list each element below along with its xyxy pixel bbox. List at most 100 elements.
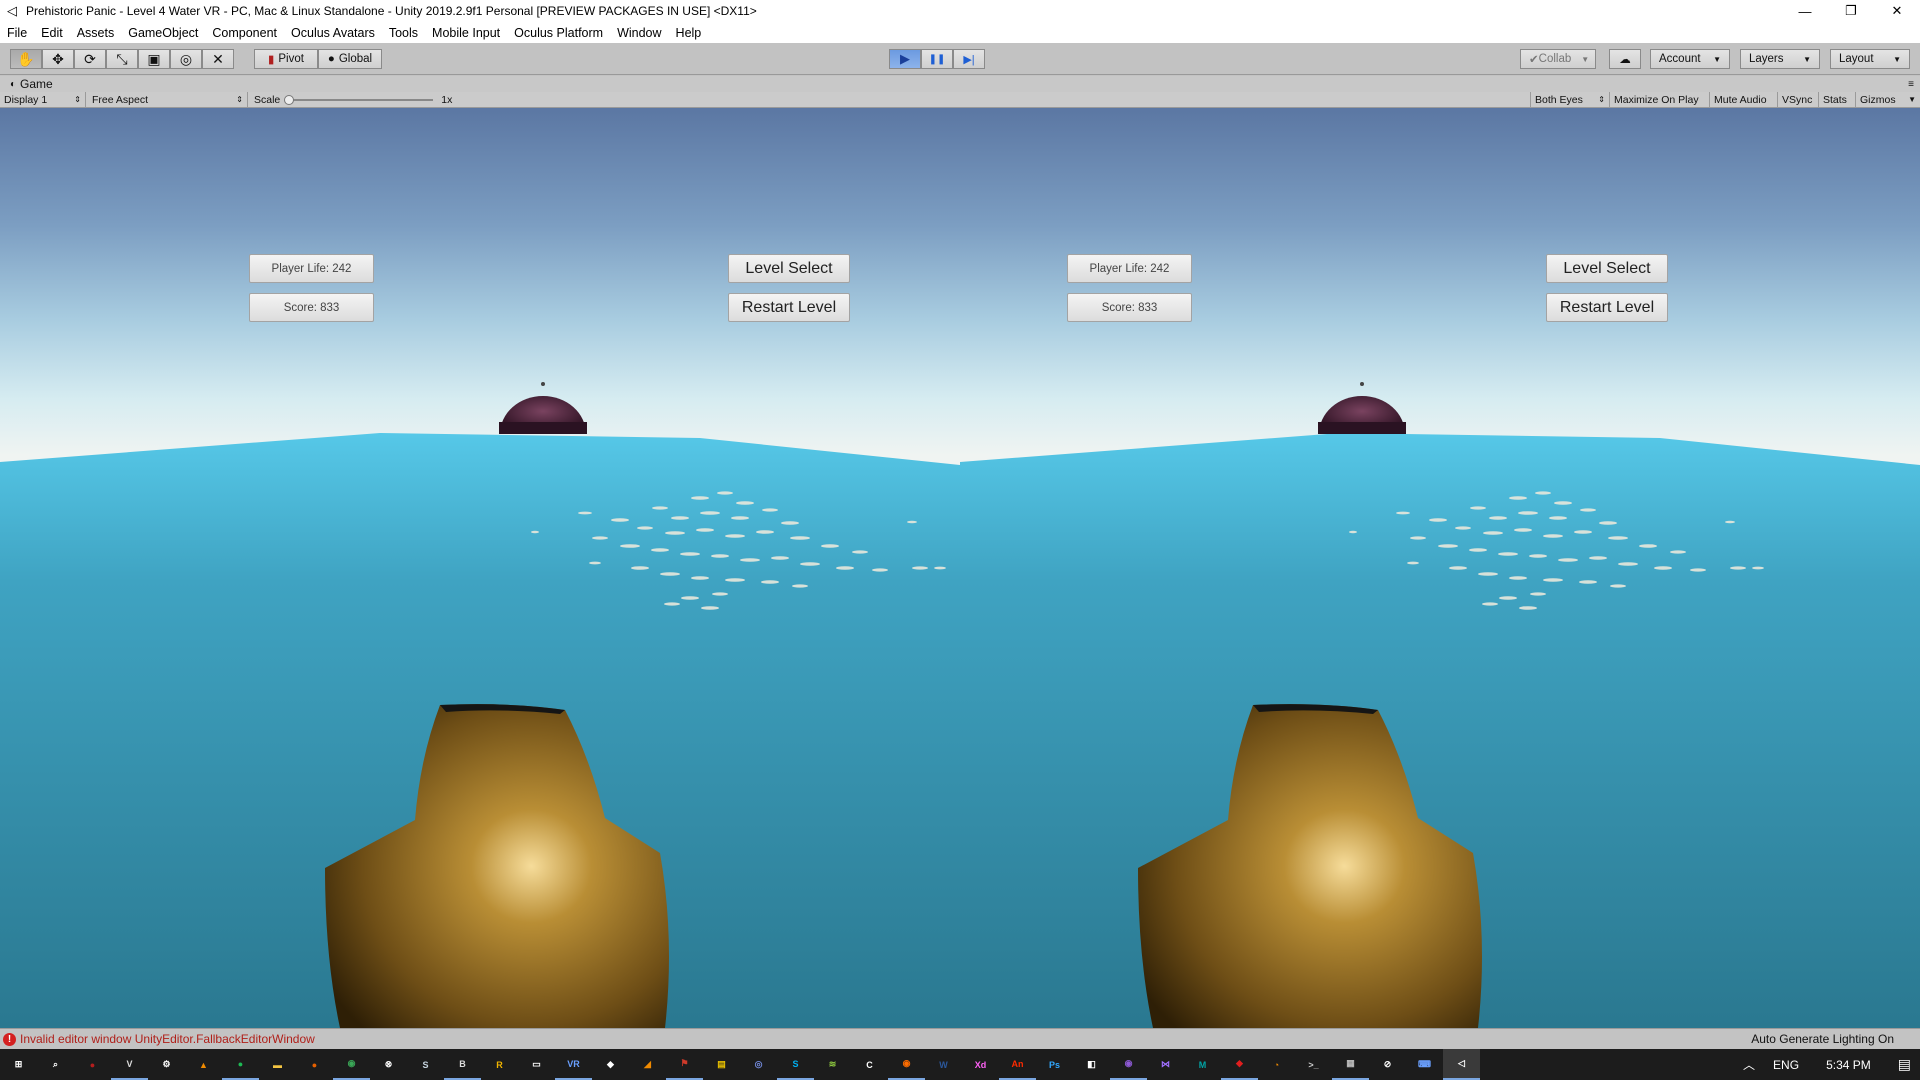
hand-tool-icon[interactable]: ✋ <box>10 49 42 69</box>
scale-slider[interactable] <box>284 94 434 105</box>
taskbar-app-purple-icon[interactable]: ◉ <box>1110 1049 1147 1080</box>
move-tool-icon[interactable]: ✥ <box>42 49 74 69</box>
taskbar-app-red-2-icon[interactable]: ⚑ <box>666 1049 703 1080</box>
aspect-dropdown[interactable]: Free Aspect ⇕ <box>88 92 248 107</box>
level-select-button[interactable]: Level Select <box>1546 254 1668 283</box>
taskbar-firefox-icon[interactable]: ● <box>296 1049 333 1080</box>
menu-assets[interactable]: Assets <box>77 26 115 40</box>
transform-tool-icon[interactable]: ◎ <box>170 49 202 69</box>
taskbar-app-keyboard-icon[interactable]: ⌨ <box>1406 1049 1443 1080</box>
taskbar-unity-icon[interactable]: ◁ <box>1443 1049 1480 1080</box>
taskbar-app-red-icon[interactable]: ● <box>74 1049 111 1080</box>
pause-button[interactable]: ❚❚ <box>921 49 953 69</box>
global-toggle[interactable]: ● Global <box>318 49 382 69</box>
level-select-button[interactable]: Level Select <box>728 254 850 283</box>
taskbar-word-icon[interactable]: W <box>925 1049 962 1080</box>
vlc-icon-glyph: ▲ <box>199 1059 208 1070</box>
taskbar-spotify-icon[interactable]: ● <box>222 1049 259 1080</box>
eyes-dropdown[interactable]: Both Eyes ⇕ <box>1530 92 1610 107</box>
layers-dropdown[interactable]: Layers ▼ <box>1740 49 1820 69</box>
taskbar-file-explorer-icon[interactable]: ▬ <box>259 1049 296 1080</box>
menu-file[interactable]: File <box>7 26 27 40</box>
scale-tool-icon[interactable]: ⤡ <box>106 49 138 69</box>
taskbar-app-green-icon[interactable]: ≋ <box>814 1049 851 1080</box>
play-button[interactable]: ▶ <box>889 49 921 69</box>
clock[interactable]: 5:34 PM <box>1826 1058 1871 1072</box>
maximize-on-play-toggle[interactable]: Maximize On Play <box>1610 92 1710 107</box>
taskbar-blender-icon[interactable]: ◔ <box>1258 1049 1295 1080</box>
taskbar-oculus-icon[interactable]: ▭ <box>518 1049 555 1080</box>
taskbar-discord-icon[interactable]: ◎ <box>740 1049 777 1080</box>
layout-dropdown[interactable]: Layout ▼ <box>1830 49 1910 69</box>
taskbar-adobe-xd-icon[interactable]: Xd <box>962 1049 999 1080</box>
close-button[interactable]: ✕ <box>1874 0 1920 22</box>
taskbar-vr-icon[interactable]: VR <box>555 1049 592 1080</box>
tray-expand-icon[interactable]: ︿ <box>1743 1056 1755 1073</box>
collab-dropdown[interactable]: ✔ Collab ▼ <box>1520 49 1596 69</box>
restart-level-button[interactable]: Restart Level <box>1546 293 1668 322</box>
taskbar-app-c-icon[interactable]: C <box>851 1049 888 1080</box>
custom-tool-icon[interactable]: ✕ <box>202 49 234 69</box>
word-icon-glyph: W <box>939 1059 948 1070</box>
app-orange-icon-glyph: ◢ <box>644 1059 651 1069</box>
taskbar-app-yellow-icon[interactable]: R <box>481 1049 518 1080</box>
scale-slider-thumb[interactable] <box>284 94 295 105</box>
display-dropdown[interactable]: Display 1 ⇕ <box>0 92 86 107</box>
minimize-button[interactable]: — <box>1782 0 1828 22</box>
taskbar-app-teal-icon[interactable]: M <box>1184 1049 1221 1080</box>
menu-oculus-platform[interactable]: Oculus Platform <box>514 26 603 40</box>
tab-menu-icon[interactable]: ≡ <box>1908 79 1914 90</box>
rect-tool-icon[interactable]: ▣ <box>138 49 170 69</box>
account-dropdown[interactable]: Account ▼ <box>1650 49 1730 69</box>
taskbar-search-icon[interactable]: ⌕ <box>37 1049 74 1080</box>
taskbar-settings-icon[interactable]: ⚙ <box>148 1049 185 1080</box>
taskbar-chrome-icon[interactable]: ◉ <box>333 1049 370 1080</box>
cloud-button[interactable]: ☁ <box>1609 49 1641 69</box>
taskbar-app-white-icon[interactable]: ◆ <box>592 1049 629 1080</box>
taskbar-app-red-3-icon[interactable]: ◆ <box>1221 1049 1258 1080</box>
menu-gameobject[interactable]: GameObject <box>128 26 198 40</box>
start-icon-glyph: ⊞ <box>14 1059 23 1069</box>
lighting-status[interactable]: Auto Generate Lighting On <box>1751 1032 1894 1046</box>
taskbar-vlc-icon[interactable]: ▲ <box>185 1049 222 1080</box>
menu-oculus-avatars[interactable]: Oculus Avatars <box>291 26 375 40</box>
menu-edit[interactable]: Edit <box>41 26 63 40</box>
pivot-toggle[interactable]: ▮ Pivot <box>254 49 318 69</box>
stats-toggle[interactable]: Stats <box>1819 92 1856 107</box>
gizmos-dropdown[interactable]: Gizmos ▼ <box>1856 92 1920 107</box>
taskbar-app-gray-icon[interactable]: ▦ <box>1332 1049 1369 1080</box>
game-viewport[interactable]: Player Life: 242 Score: 833 Level Select… <box>0 108 1920 1028</box>
restart-level-button[interactable]: Restart Level <box>728 293 850 322</box>
game-tab[interactable]: ◐ Game ≡ <box>0 76 1920 92</box>
mute-audio-toggle[interactable]: Mute Audio <box>1710 92 1778 107</box>
taskbar-visual-studio-code-icon[interactable]: V <box>111 1049 148 1080</box>
menu-component[interactable]: Component <box>212 26 277 40</box>
notifications-icon[interactable]: ▤ <box>1898 1056 1911 1073</box>
taskbar-app-b-icon[interactable]: B <box>444 1049 481 1080</box>
taskbar-xbox-icon[interactable]: ⊗ <box>370 1049 407 1080</box>
taskbar-photoshop-icon[interactable]: Ps <box>1036 1049 1073 1080</box>
language-indicator[interactable]: ENG <box>1773 1058 1799 1072</box>
taskbar-app-compass-icon[interactable]: ⊘ <box>1369 1049 1406 1080</box>
step-button[interactable]: ▶| <box>953 49 985 69</box>
vsync-toggle[interactable]: VSync <box>1778 92 1819 107</box>
rotate-tool-icon[interactable]: ⟳ <box>74 49 106 69</box>
taskbar-start-icon[interactable]: ⊞ <box>0 1049 37 1080</box>
taskbar-app-orange-icon[interactable]: ◢ <box>629 1049 666 1080</box>
error-icon: ! <box>3 1032 16 1046</box>
taskbar-visual-studio-icon[interactable]: ⋈ <box>1147 1049 1184 1080</box>
menu-tools[interactable]: Tools <box>389 26 418 40</box>
taskbar-terminal-icon[interactable]: >_ <box>1295 1049 1332 1080</box>
taskbar-app-square-icon[interactable]: ◧ <box>1073 1049 1110 1080</box>
taskbar-app-colorful-icon[interactable]: ◉ <box>888 1049 925 1080</box>
menu-help[interactable]: Help <box>676 26 702 40</box>
adobe-animate-icon-glyph: An <box>1011 1058 1024 1069</box>
console-error-message[interactable]: ! Invalid editor window UnityEditor.Fall… <box>3 1032 315 1046</box>
taskbar-skype-icon[interactable]: S <box>777 1049 814 1080</box>
restore-button[interactable]: ❐ <box>1828 0 1874 22</box>
taskbar-adobe-animate-icon[interactable]: An <box>999 1049 1036 1080</box>
menu-window[interactable]: Window <box>617 26 661 40</box>
taskbar-app-yellow-2-icon[interactable]: ▤ <box>703 1049 740 1080</box>
taskbar-steam-icon[interactable]: S <box>407 1049 444 1080</box>
menu-mobile-input[interactable]: Mobile Input <box>432 26 500 40</box>
